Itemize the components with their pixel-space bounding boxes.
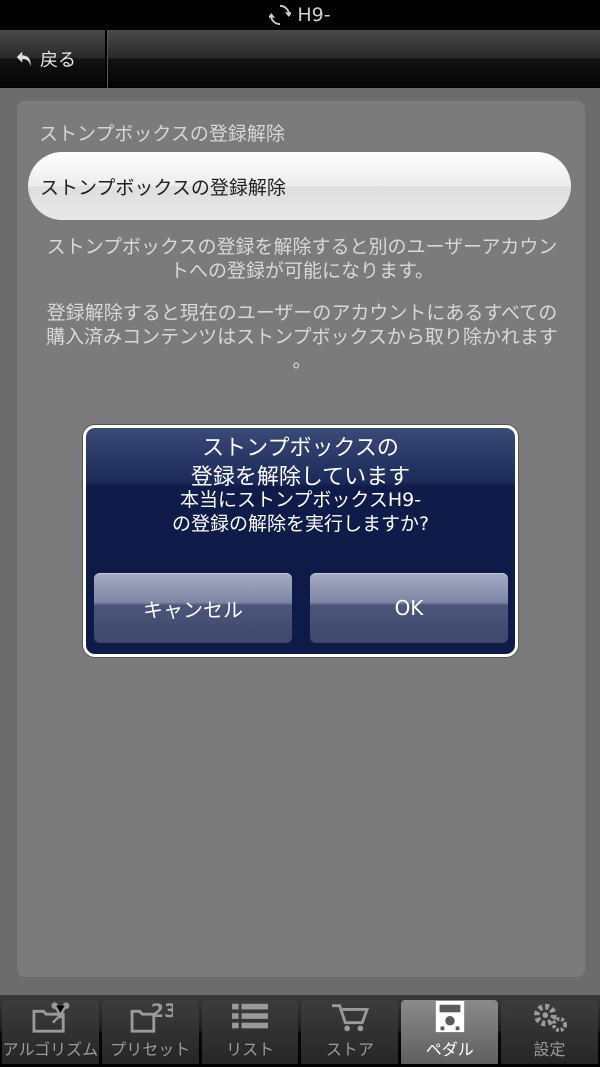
back-arrow-icon <box>16 51 31 67</box>
section-title: ストンプボックスの登録解除 <box>39 123 285 145</box>
status-bar: H9- <box>0 0 600 30</box>
description-line: トへの登録が可能になります。 <box>169 260 435 282</box>
pedal-icon <box>435 1000 464 1033</box>
warning-text: 登録解除すると現在のユーザーのアカウントにあるすべての 購入済みコンテンツはスト… <box>31 301 573 373</box>
tab-list[interactable]: リスト <box>201 1000 299 1064</box>
gear-icon <box>533 1003 567 1033</box>
tab-label: 設定 <box>533 1040 566 1059</box>
nav-bar: 戻る <box>0 30 600 88</box>
warning-line: 。 <box>292 350 312 372</box>
algorithm-icon <box>32 1002 70 1033</box>
tab-label: アルゴリズム <box>2 1040 99 1059</box>
description-text: ストンプボックスの登録を解除すると別のユーザーアカウン トへの登録が可能になりま… <box>31 235 573 283</box>
tab-label: リスト <box>226 1040 275 1059</box>
tab-preset[interactable]: 23 プリセット <box>101 1000 199 1064</box>
unregister-button[interactable]: ストンプボックスの登録解除 <box>28 152 571 220</box>
tab-label: プリセット <box>110 1040 191 1059</box>
svg-text:23: 23 <box>151 1000 173 1022</box>
sync-icon <box>269 4 292 26</box>
tab-bar: アルゴリズム 23 プリセット リスト ストア <box>0 995 600 1067</box>
back-label: 戻る <box>40 50 76 71</box>
cart-icon <box>331 1004 369 1032</box>
dialog-message-line: 本当にストンプボックスH9- <box>179 489 422 511</box>
tab-label: ペダル <box>425 1040 474 1059</box>
dialog-message: 本当にストンプボックスH9- の登録の解除を実行しますか? <box>86 488 515 536</box>
unregister-dialog: ストンプボックスの 登録を解除しています 本当にストンプボックスH9- の登録の… <box>83 425 518 657</box>
cancel-button[interactable]: キャンセル <box>94 573 292 643</box>
back-button[interactable]: 戻る <box>0 30 107 88</box>
list-icon <box>232 1003 269 1029</box>
dialog-title: ストンプボックスの 登録を解除しています <box>86 434 515 492</box>
tab-label: ストア <box>325 1040 374 1059</box>
tab-algorithm[interactable]: アルゴリズム <box>2 1000 99 1064</box>
preset-icon: 23 <box>130 1000 173 1033</box>
dialog-title-line: ストンプボックスの <box>202 436 399 461</box>
warning-line: 購入済みコンテンツはストンプボックスから取り除かれます <box>46 326 558 348</box>
warning-line: 登録解除すると現在のユーザーのアカウントにあるすべての <box>46 302 558 324</box>
dialog-message-line: の登録の解除を実行しますか? <box>171 513 430 535</box>
description-line: ストンプボックスの登録を解除すると別のユーザーアカウン <box>46 236 558 258</box>
ok-button[interactable]: OK <box>310 573 508 643</box>
tab-store[interactable]: ストア <box>301 1000 399 1064</box>
tab-pedal[interactable]: ペダル <box>401 1000 499 1064</box>
tab-settings[interactable]: 設定 <box>501 1000 598 1064</box>
device-name: H9- <box>297 4 331 26</box>
